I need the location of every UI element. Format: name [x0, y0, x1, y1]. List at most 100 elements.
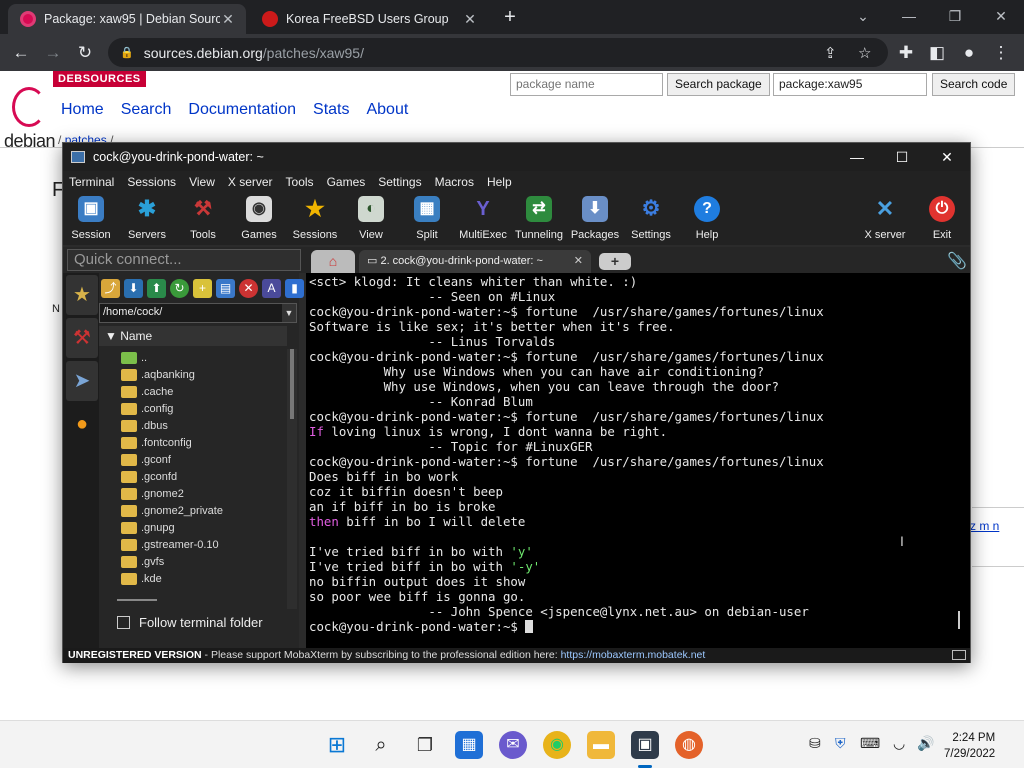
list-item[interactable]: .gconf — [121, 451, 281, 468]
forward-arrow-icon[interactable]: → — [40, 40, 66, 66]
column-header-name[interactable]: ▼ Name — [99, 326, 287, 346]
terminal-session-tab[interactable]: ▭ 2. cock@you-drink-pond-water: ~ ✕ — [359, 250, 591, 273]
folder-up-icon[interactable]: ⤴ — [101, 279, 120, 298]
toolbar-session-button[interactable]: ▣ Session — [63, 196, 119, 241]
refresh-icon[interactable]: ↻ — [170, 279, 189, 298]
extensions-puzzle-icon[interactable]: ✚ — [893, 40, 919, 66]
share-icon[interactable]: ⇪ — [824, 44, 837, 62]
bookmark-star-icon[interactable]: ☆ — [858, 44, 871, 62]
terminal-pane[interactable]: <sct> klogd: It cleans whiter than white… — [306, 273, 970, 648]
file-list-hscrollbar[interactable] — [117, 599, 157, 601]
list-item[interactable]: .. — [121, 349, 281, 366]
nav-documentation[interactable]: Documentation — [188, 101, 296, 119]
address-bar[interactable]: 🔒 sources.debian.org /patches/xaw95/ ⇪ ☆ — [108, 38, 888, 67]
teams-chat-icon[interactable]: ✉ — [499, 731, 527, 759]
list-item[interactable]: .gnupg — [121, 519, 281, 536]
tools-icon[interactable]: ⚒ — [66, 318, 98, 358]
macros-icon[interactable]: ● — [66, 404, 98, 444]
terminal-output[interactable]: <sct> klogd: It cleans whiter than white… — [309, 274, 824, 634]
debian-logo[interactable]: debian — [4, 85, 56, 151]
chrome-menu-icon[interactable]: ⋮ — [988, 40, 1014, 66]
menu-terminal[interactable]: Terminal — [69, 175, 114, 189]
new-tab-button[interactable]: + — [498, 6, 522, 30]
tab-search-chevron-icon[interactable]: ⌄ — [840, 4, 886, 28]
toolbar-xserver-button[interactable]: ✕ X server — [857, 196, 913, 241]
file-list-scrollbar[interactable] — [287, 349, 297, 609]
menu-help[interactable]: Help — [487, 175, 512, 189]
checkbox-box[interactable] — [117, 616, 130, 629]
menu-tools[interactable]: Tools — [286, 175, 314, 189]
side-panel-icon[interactable]: ◧ — [924, 40, 950, 66]
list-item[interactable]: .gnome2 — [121, 485, 281, 502]
search-code-button[interactable]: Search code — [932, 73, 1016, 96]
nav-stats[interactable]: Stats — [313, 101, 349, 119]
search-package-button[interactable]: Search package — [667, 73, 770, 96]
list-item[interactable]: .fontconfig — [121, 434, 281, 451]
toolbar-exit-button[interactable]: ⏻ Exit — [914, 196, 970, 241]
nav-home[interactable]: Home — [61, 101, 104, 119]
nav-about[interactable]: About — [366, 101, 408, 119]
file-info-icon[interactable]: ▮ — [285, 279, 304, 298]
new-folder-icon[interactable]: + — [193, 279, 212, 298]
toolbar-settings-button[interactable]: ⚙ Settings — [623, 196, 679, 241]
home-tab[interactable]: ⌂ — [311, 250, 355, 273]
toolbar-tools-button[interactable]: ⚒ Tools — [175, 196, 231, 241]
follow-terminal-folder-checkbox[interactable]: Follow terminal folder — [117, 615, 263, 630]
sftp-paper-plane-icon[interactable]: ➤ — [66, 361, 98, 401]
list-item[interactable]: .gconfd — [121, 468, 281, 485]
rename-icon[interactable]: A — [262, 279, 281, 298]
chevron-down-icon[interactable]: ▼ — [282, 304, 296, 322]
task-view-icon[interactable]: ❐ — [411, 731, 439, 759]
back-arrow-icon[interactable]: ← — [8, 40, 34, 66]
delete-icon[interactable]: ✕ — [239, 279, 258, 298]
list-item[interactable]: .cache — [121, 383, 281, 400]
mobaxterm-taskbar-icon[interactable]: ▣ — [631, 731, 659, 759]
menu-macros[interactable]: Macros — [435, 175, 474, 189]
toolbar-servers-button[interactable]: ✱ Servers — [119, 196, 175, 241]
minimize-icon[interactable]: — — [834, 143, 880, 171]
close-window-icon[interactable]: ✕ — [978, 4, 1024, 28]
toolbar-sessions-button[interactable]: ★ Sessions — [287, 196, 343, 241]
network-icon[interactable]: ⛁ — [809, 735, 821, 752]
paperclip-icon[interactable]: 📎 — [947, 251, 967, 271]
toolbar-view-button[interactable]: ◐ View — [343, 196, 399, 241]
toolbar-help-button[interactable]: ? Help — [679, 196, 735, 241]
chrome-icon[interactable]: ◉ — [543, 731, 571, 759]
list-item[interactable]: .aqbanking — [121, 366, 281, 383]
restore-icon[interactable]: ❐ — [932, 4, 978, 28]
menu-sessions[interactable]: Sessions — [127, 175, 176, 189]
upload-icon[interactable]: ⬆ — [147, 279, 166, 298]
menu-settings[interactable]: Settings — [378, 175, 421, 189]
mobatek-link[interactable]: https://mobaxterm.mobatek.net — [561, 649, 706, 661]
remote-path-field[interactable]: /home/cock/ ▼ — [99, 303, 297, 323]
list-item[interactable]: .dbus — [121, 417, 281, 434]
scrollbar-thumb[interactable] — [290, 349, 294, 419]
menu-x-server[interactable]: X server — [228, 175, 273, 189]
menu-games[interactable]: Games — [327, 175, 366, 189]
defender-shield-icon[interactable]: ⛨ — [835, 735, 846, 752]
debsources-brand[interactable]: DEBSOURCES — [53, 71, 146, 87]
toolbar-tunneling-button[interactable]: ⇄ Tunneling — [511, 196, 567, 241]
wifi-icon[interactable]: ◡ — [893, 735, 905, 752]
list-item[interactable]: .gnome2_private — [121, 502, 281, 519]
search-icon[interactable]: ⌕ — [367, 731, 395, 759]
list-item[interactable]: .gstreamer-0.10 — [121, 536, 281, 553]
close-window-icon[interactable]: ✕ — [924, 143, 970, 171]
list-item[interactable]: .config — [121, 400, 281, 417]
toolbar-multiexec-button[interactable]: Y MultiExec — [455, 196, 511, 241]
toolbar-split-button[interactable]: ▦ Split — [399, 196, 455, 241]
download-icon[interactable]: ⬇ — [124, 279, 143, 298]
mobaxterm-titlebar[interactable]: cock@you-drink-pond-water: ~ — ☐ ✕ — [63, 143, 970, 171]
code-search-input[interactable]: package:xaw95 — [773, 73, 927, 96]
close-tab-icon[interactable]: ✕ — [462, 11, 478, 28]
keyboard-icon[interactable]: ⌨ — [860, 735, 880, 752]
new-session-tab-button[interactable]: + — [599, 253, 631, 270]
toolbar-games-button[interactable]: ◉ Games — [231, 196, 287, 241]
quick-connect-input[interactable]: Quick connect... — [67, 249, 301, 271]
browser-tab-debian-sources[interactable]: Package: xaw95 | Debian Sources ✕ — [8, 4, 246, 34]
list-item[interactable]: .gvfs — [121, 553, 281, 570]
file-explorer-icon[interactable]: ▬ — [587, 731, 615, 759]
system-clock[interactable]: 2:24 PM 7/29/2022 — [944, 730, 995, 762]
package-search-input[interactable]: package name — [510, 73, 663, 96]
list-item[interactable]: .kde — [121, 570, 281, 587]
